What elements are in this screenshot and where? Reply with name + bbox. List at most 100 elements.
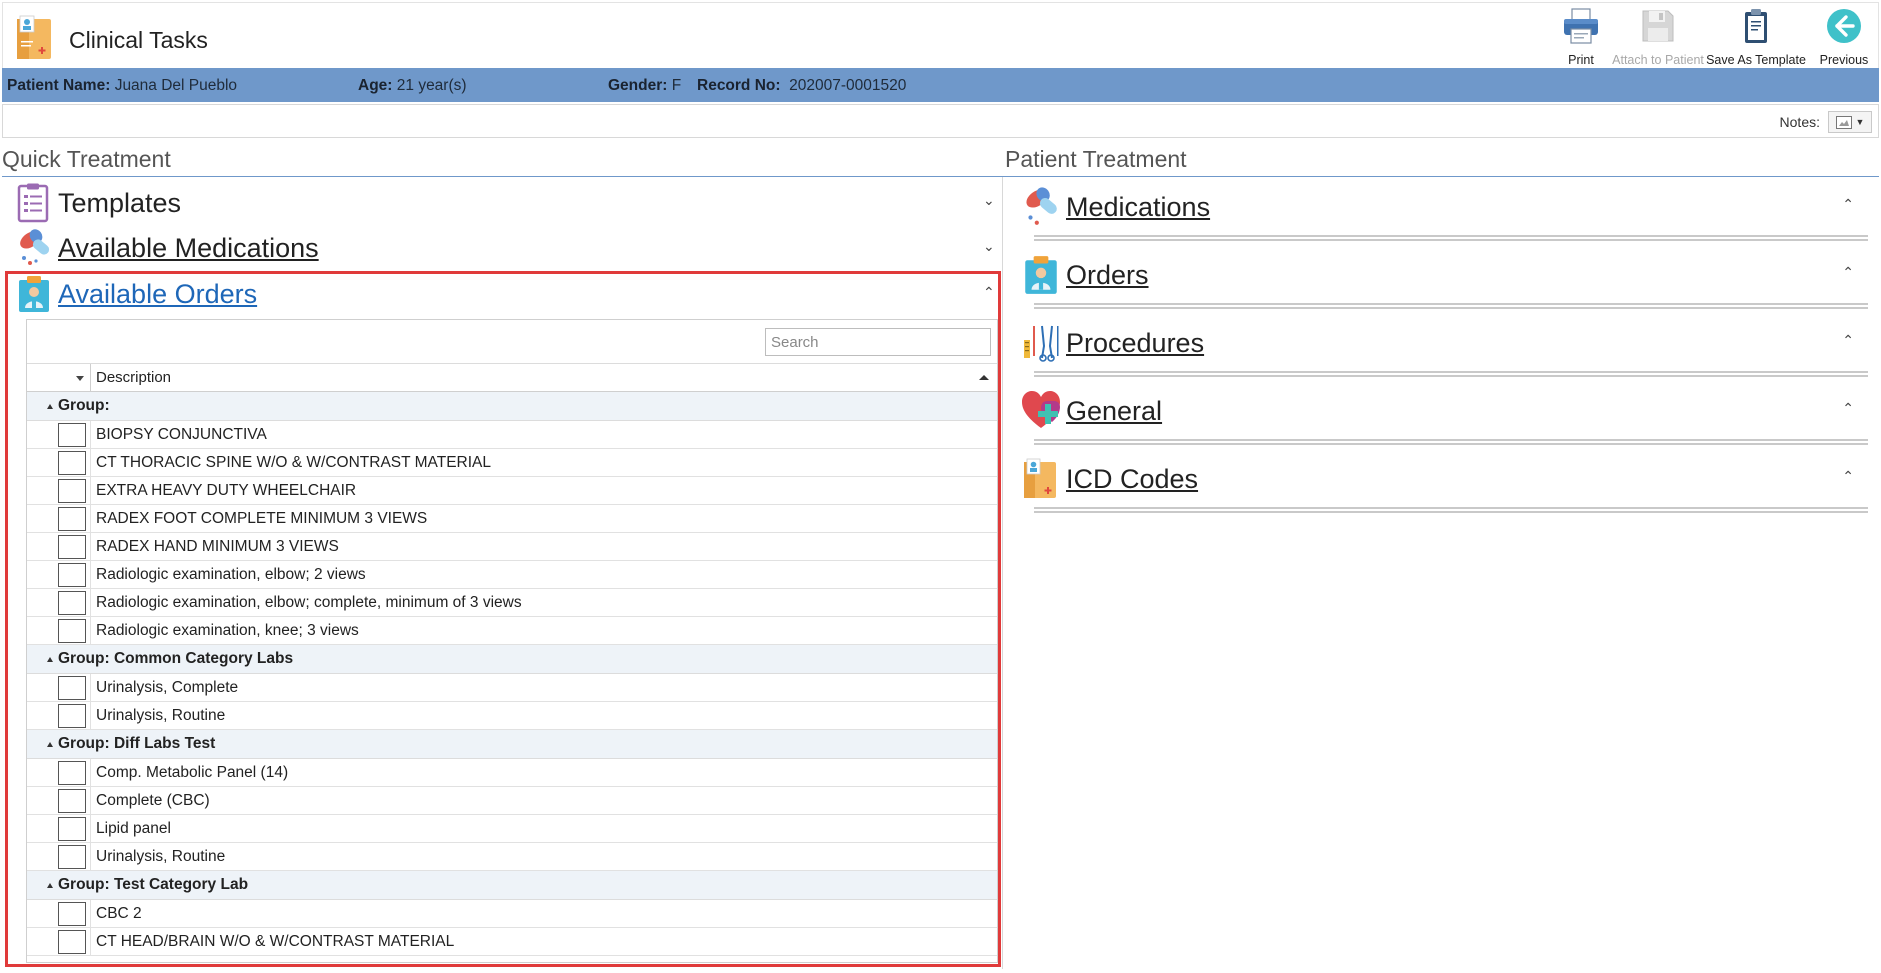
header-divider: [2, 176, 1879, 177]
patient-medications-section: Medications ⌃: [1022, 182, 1868, 248]
patient-medications-header[interactable]: Medications: [1022, 182, 1210, 232]
row-select-cell: [27, 448, 91, 477]
order-description: CT HEAD/BRAIN W/O & W/CONTRAST MATERIAL: [96, 932, 455, 950]
row-select-cell: [27, 588, 91, 617]
templates-expand-icon[interactable]: ⌄: [983, 192, 995, 209]
print-label: Print: [1568, 53, 1594, 67]
order-description: RADEX HAND MINIMUM 3 VIEWS: [96, 537, 339, 555]
order-checkbox[interactable]: [58, 929, 86, 954]
order-row[interactable]: CBC 2: [27, 899, 997, 928]
order-checkbox[interactable]: [58, 618, 86, 643]
procedures-collapse-icon[interactable]: ⌃: [1842, 332, 1854, 349]
group-collapse-icon[interactable]: [47, 403, 53, 409]
group-row[interactable]: Group: Diff Labs Test: [27, 730, 997, 759]
group-row[interactable]: Group: Common Category Labs: [27, 645, 997, 674]
order-checkbox[interactable]: [58, 534, 86, 559]
order-checkbox[interactable]: [58, 506, 86, 531]
patient-info-bar: Patient Name: Juana Del Pueblo Age: 21 y…: [2, 68, 1879, 102]
order-row[interactable]: Radiologic examination, elbow; complete,…: [27, 588, 997, 617]
order-row[interactable]: RADEX HAND MINIMUM 3 VIEWS: [27, 532, 997, 561]
group-collapse-icon[interactable]: [47, 882, 53, 888]
order-checkbox[interactable]: [58, 844, 86, 869]
note-image-icon: [1835, 115, 1852, 129]
template-label: Save As Template: [1706, 53, 1806, 67]
order-row[interactable]: Complete (CBC): [27, 786, 997, 815]
panel-splitter[interactable]: [1002, 177, 1003, 969]
orders-clipboard-icon: [1025, 256, 1057, 294]
surgical-tools-icon: [1024, 325, 1059, 362]
group-collapse-icon[interactable]: [47, 656, 53, 662]
order-row[interactable]: Urinalysis, Routine: [27, 842, 997, 871]
available-medications-section-header[interactable]: Available Medications: [16, 227, 319, 269]
group-row[interactable]: Group:: [27, 392, 997, 421]
row-select-cell: [27, 814, 91, 843]
row-select-cell: [27, 701, 91, 730]
order-checkbox[interactable]: [58, 562, 86, 587]
orders-collapse-icon[interactable]: ⌃: [1842, 264, 1854, 281]
patient-icd-codes-label: ICD Codes: [1066, 463, 1199, 494]
order-row[interactable]: Urinalysis, Complete: [27, 673, 997, 702]
notes-label: Notes:: [1779, 114, 1820, 130]
order-row[interactable]: CT THORACIC SPINE W/O & W/CONTRAST MATER…: [27, 448, 997, 477]
clinical-folder-icon: [1024, 458, 1056, 498]
order-description: BIOPSY CONJUNCTIVA: [96, 425, 267, 443]
order-checkbox[interactable]: [58, 816, 86, 841]
available-orders-section-header[interactable]: Available Orders: [16, 273, 257, 315]
row-select-cell: [27, 532, 91, 561]
orders-search-input[interactable]: [765, 328, 991, 356]
available-orders-label: Available Orders: [58, 278, 258, 309]
notes-dropdown[interactable]: ▼: [1828, 111, 1872, 133]
patient-orders-header[interactable]: Orders: [1022, 250, 1149, 300]
patient-general-header[interactable]: General: [1022, 386, 1162, 436]
templates-section-header[interactable]: Templates: [16, 182, 181, 224]
group-collapse-icon[interactable]: [47, 741, 53, 747]
previous-button[interactable]: Previous: [1810, 7, 1878, 67]
order-checkbox[interactable]: [58, 901, 86, 926]
general-collapse-icon[interactable]: ⌃: [1842, 400, 1854, 417]
order-row[interactable]: Lipid panel: [27, 814, 997, 843]
patient-orders-section: Orders ⌃: [1022, 250, 1868, 316]
group-label: Group: Diff Labs Test: [58, 735, 216, 752]
clinical-folder-icon: [17, 15, 51, 59]
sort-ascending-icon[interactable]: [979, 375, 989, 380]
description-column-header[interactable]: Description: [91, 369, 171, 386]
order-row[interactable]: Comp. Metabolic Panel (14): [27, 758, 997, 787]
medications-expand-icon[interactable]: ⌄: [983, 238, 995, 255]
attach-to-patient-button[interactable]: Attach to Patient: [1612, 7, 1704, 67]
patient-icd-codes-section: ICD Codes ⌃: [1022, 454, 1868, 520]
select-column-header[interactable]: [27, 363, 91, 392]
order-row[interactable]: Urinalysis, Routine: [27, 701, 997, 730]
order-row[interactable]: BIOPSY CONJUNCTIVA: [27, 420, 997, 449]
order-checkbox[interactable]: [58, 478, 86, 503]
orders-grid: Description Group: BIOPSY CONJUNCTIVA CT T…: [26, 319, 998, 963]
group-label: Group: Test Category Lab: [58, 876, 249, 893]
patient-icd-codes-header[interactable]: ICD Codes: [1022, 454, 1198, 504]
save-disk-icon: [1642, 10, 1674, 42]
order-checkbox[interactable]: [58, 675, 86, 700]
orders-collapse-icon[interactable]: ⌃: [983, 284, 995, 301]
order-row[interactable]: Radiologic examination, knee; 3 views: [27, 616, 997, 645]
order-checkbox[interactable]: [58, 788, 86, 813]
medications-collapse-icon[interactable]: ⌃: [1842, 196, 1854, 213]
patient-general-label: General: [1066, 395, 1163, 426]
row-select-cell: [27, 420, 91, 449]
group-row[interactable]: Group: Test Category Lab: [27, 871, 997, 900]
order-checkbox[interactable]: [58, 450, 86, 475]
templates-label: Templates: [58, 187, 182, 218]
row-select-cell: [27, 927, 91, 956]
patient-procedures-header[interactable]: Procedures: [1022, 318, 1204, 368]
order-checkbox[interactable]: [58, 703, 86, 728]
order-row[interactable]: CT HEAD/BRAIN W/O & W/CONTRAST MATERIAL: [27, 927, 997, 956]
order-checkbox[interactable]: [58, 760, 86, 785]
print-button[interactable]: Print: [1548, 7, 1614, 67]
order-description: RADEX FOOT COMPLETE MINIMUM 3 VIEWS: [96, 509, 428, 527]
order-row[interactable]: Radiologic examination, elbow; 2 views: [27, 560, 997, 589]
order-row[interactable]: RADEX FOOT COMPLETE MINIMUM 3 VIEWS: [27, 504, 997, 533]
order-checkbox[interactable]: [58, 422, 86, 447]
icd-codes-collapse-icon[interactable]: ⌃: [1842, 468, 1854, 485]
general-body: [1034, 439, 1868, 445]
order-row[interactable]: EXTRA HEAVY DUTY WHEELCHAIR: [27, 476, 997, 505]
save-as-template-button[interactable]: Save As Template: [1702, 7, 1810, 67]
order-checkbox[interactable]: [58, 590, 86, 615]
app-header: Clinical Tasks Print Attach to Patient S…: [2, 2, 1879, 68]
